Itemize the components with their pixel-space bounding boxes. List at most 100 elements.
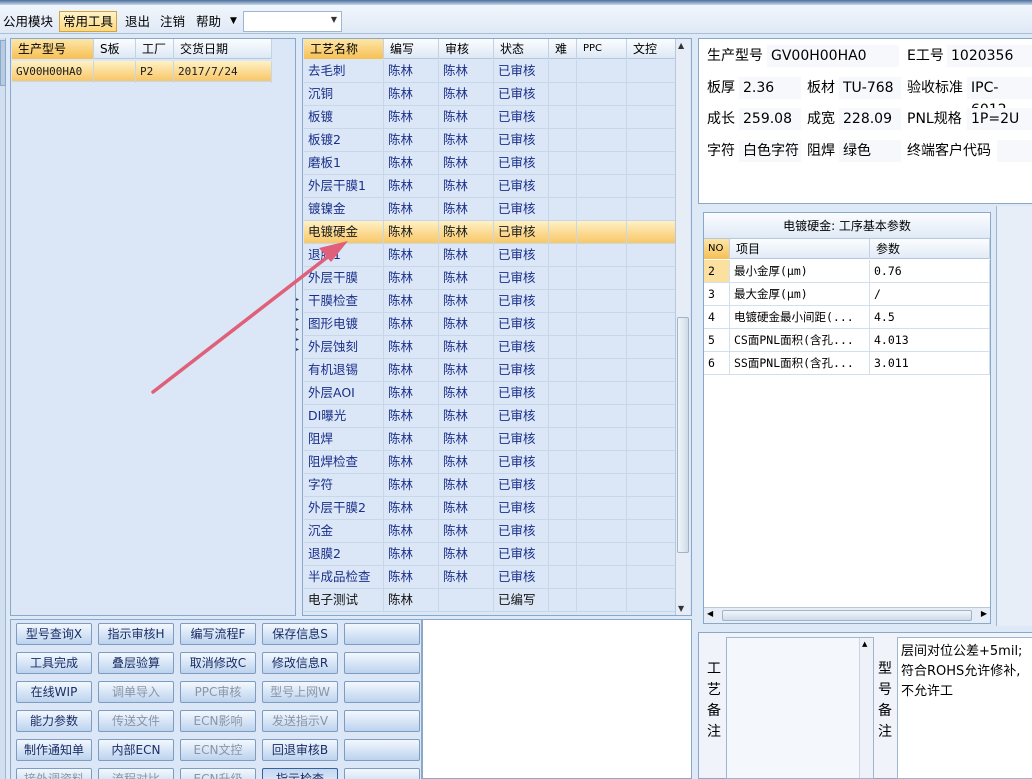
action-button[interactable]: 在线WIP bbox=[16, 681, 92, 703]
col-s-board[interactable]: S板 bbox=[94, 39, 136, 59]
action-button[interactable]: 制作通知单 bbox=[16, 739, 92, 761]
action-button[interactable]: 工具完成 bbox=[16, 652, 92, 674]
process-row[interactable]: 外层蚀刻 陈林 陈林 已审核 bbox=[304, 336, 676, 359]
splitter-handle[interactable]: ▸ ▸ ▸ ▸ ▸ ▸ bbox=[296, 295, 301, 365]
process-row[interactable]: 阻焊 陈林 陈林 已审核 bbox=[304, 428, 676, 451]
action-button[interactable]: 发送指示V bbox=[262, 710, 338, 732]
field-length[interactable]: 259.08 bbox=[739, 108, 801, 130]
menu-exit[interactable]: 退出 bbox=[125, 11, 150, 32]
action-button[interactable]: 能力参数 bbox=[16, 710, 92, 732]
process-scrollbar[interactable]: ▲ ▼ bbox=[675, 39, 690, 615]
param-row[interactable]: 2 最小金厚(μm) 0.76 bbox=[704, 260, 990, 283]
menu-common-tools[interactable]: 常用工具 bbox=[59, 11, 118, 32]
action-button[interactable]: ECN文控 bbox=[180, 739, 256, 761]
col-status[interactable]: 状态 bbox=[494, 39, 549, 59]
table-row[interactable]: GV00H00HA0 P2 2017/7/24 bbox=[12, 61, 272, 83]
process-row[interactable]: 沉金 陈林 陈林 已审核 bbox=[304, 520, 676, 543]
param-row[interactable]: 6 SS面PNL面积(含孔... 3.011 bbox=[704, 352, 990, 375]
process-row[interactable]: 干膜检查 陈林 陈林 已审核 bbox=[304, 290, 676, 313]
scroll-right-icon[interactable]: ▶ bbox=[981, 609, 987, 618]
col-model[interactable]: 生产型号 bbox=[12, 39, 94, 59]
field-width[interactable]: 228.09 bbox=[839, 108, 901, 130]
action-button[interactable]: PPC审核 bbox=[180, 681, 256, 703]
process-row[interactable]: 外层干膜 陈林 陈林 已审核 bbox=[304, 267, 676, 290]
remark-scrollbar[interactable]: ▲ bbox=[859, 638, 873, 778]
process-row[interactable]: 磨板1 陈林 陈林 已审核 bbox=[304, 152, 676, 175]
process-row[interactable]: 沉铜 陈林 陈林 已审核 bbox=[304, 83, 676, 106]
scroll-thumb[interactable] bbox=[677, 317, 689, 553]
menu-public-modules[interactable]: 公用模块 bbox=[3, 11, 53, 32]
process-row[interactable]: 板镀 陈林 陈林 已审核 bbox=[304, 106, 676, 129]
field-pnl[interactable]: 1P=2U bbox=[967, 108, 1032, 130]
param-row[interactable]: 4 电镀硬金最小间距(... 4.5 bbox=[704, 306, 990, 329]
process-row[interactable]: 外层干膜2 陈林 陈林 已审核 bbox=[304, 497, 676, 520]
action-button[interactable]: 型号上网W bbox=[262, 681, 338, 703]
process-row[interactable]: 图形电镀 陈林 陈林 已审核 bbox=[304, 313, 676, 336]
col-difficulty[interactable]: 难 bbox=[549, 39, 577, 59]
action-button[interactable]: ECN影响 bbox=[180, 710, 256, 732]
hscroll-thumb[interactable] bbox=[722, 610, 972, 621]
field-character[interactable]: 白色字符 bbox=[739, 140, 801, 162]
process-row[interactable]: 板镀2 陈林 陈林 已审核 bbox=[304, 129, 676, 152]
action-button[interactable]: 型号查询X bbox=[16, 623, 92, 645]
process-row[interactable]: 退膜1 陈林 陈林 已审核 bbox=[304, 244, 676, 267]
action-button[interactable]: 指示检查 bbox=[262, 768, 338, 779]
scroll-down-icon[interactable]: ▼ bbox=[678, 604, 684, 613]
field-standard[interactable]: IPC-6012 bbox=[967, 77, 1032, 118]
col-no[interactable]: NO bbox=[704, 239, 730, 259]
params-hscrollbar[interactable]: ◀ ▶ bbox=[704, 607, 990, 623]
action-button[interactable]: 接外调资料 bbox=[16, 768, 92, 779]
scroll-up-icon[interactable]: ▲ bbox=[678, 41, 684, 50]
process-row[interactable]: 电子测试 陈林 已编写 bbox=[304, 589, 676, 612]
col-item[interactable]: 项目 bbox=[730, 239, 870, 259]
process-row[interactable]: DI曝光 陈林 陈林 已审核 bbox=[304, 405, 676, 428]
col-writer[interactable]: 编写 bbox=[384, 39, 439, 59]
empty-button[interactable] bbox=[344, 768, 420, 779]
process-row[interactable]: 去毛刺 陈林 陈林 已审核 bbox=[304, 60, 676, 83]
process-row[interactable]: 半成品检查 陈林 陈林 已审核 bbox=[304, 566, 676, 589]
col-process-name[interactable]: 工艺名称 bbox=[304, 39, 384, 59]
process-remark-field[interactable]: ▲ bbox=[726, 637, 874, 779]
field-eno[interactable]: 1020356 bbox=[947, 45, 1032, 67]
empty-button[interactable] bbox=[344, 652, 420, 674]
left-dock-tab[interactable] bbox=[0, 40, 6, 86]
param-row[interactable]: 3 最大金厚(μm) / bbox=[704, 283, 990, 306]
action-button[interactable]: 编写流程F bbox=[180, 623, 256, 645]
action-button[interactable]: 传送文件 bbox=[98, 710, 174, 732]
empty-button[interactable] bbox=[344, 710, 420, 732]
field-customer-code[interactable] bbox=[997, 140, 1032, 162]
action-button[interactable]: 保存信息S bbox=[262, 623, 338, 645]
model-remark-field[interactable]: 层间对位公差+5mil;符合ROHS允许修补,不允许工 bbox=[897, 637, 1032, 779]
process-row[interactable]: 阻焊检查 陈林 陈林 已审核 bbox=[304, 451, 676, 474]
menu-help[interactable]: 帮助 bbox=[196, 11, 221, 32]
action-button[interactable]: 修改信息R bbox=[262, 652, 338, 674]
field-model[interactable]: GV00H00HA0 bbox=[767, 45, 899, 67]
col-delivery-date[interactable]: 交货日期 bbox=[174, 39, 272, 59]
process-row[interactable]: 外层干膜1 陈林 陈林 已审核 bbox=[304, 175, 676, 198]
scroll-up-icon[interactable]: ▲ bbox=[862, 640, 867, 648]
process-row[interactable]: 镀镍金 陈林 陈林 已审核 bbox=[304, 198, 676, 221]
action-button[interactable]: 内部ECN bbox=[98, 739, 174, 761]
col-param[interactable]: 参数 bbox=[870, 239, 990, 259]
empty-button[interactable] bbox=[344, 623, 420, 645]
process-row[interactable]: 电镀硬金 陈林 陈林 已审核 bbox=[304, 221, 676, 244]
empty-button[interactable] bbox=[344, 739, 420, 761]
action-button[interactable]: ECN升级 bbox=[180, 768, 256, 779]
menu-help-dropdown-icon[interactable]: ▼ bbox=[230, 11, 237, 32]
field-thickness[interactable]: 2.36 bbox=[739, 77, 801, 99]
field-solder-mask[interactable]: 绿色 bbox=[839, 140, 901, 162]
action-button[interactable]: 流程对比 bbox=[98, 768, 174, 779]
process-row[interactable]: 有机退锡 陈林 陈林 已审核 bbox=[304, 359, 676, 382]
param-row[interactable]: 5 CS面PNL面积(含孔... 4.013 bbox=[704, 329, 990, 352]
field-material[interactable]: TU-768 bbox=[839, 77, 901, 99]
process-row[interactable]: 字符 陈林 陈林 已审核 bbox=[304, 474, 676, 497]
col-reviewer[interactable]: 审核 bbox=[439, 39, 494, 59]
action-button[interactable]: 调单导入 bbox=[98, 681, 174, 703]
col-doc-control[interactable]: 文控 bbox=[627, 39, 676, 59]
col-ppc[interactable]: PPC bbox=[577, 39, 627, 59]
action-button[interactable]: 回退审核B bbox=[262, 739, 338, 761]
action-button[interactable]: 取消修改C bbox=[180, 652, 256, 674]
col-factory[interactable]: 工厂 bbox=[136, 39, 174, 59]
empty-button[interactable] bbox=[344, 681, 420, 703]
action-button[interactable]: 指示审核H bbox=[98, 623, 174, 645]
